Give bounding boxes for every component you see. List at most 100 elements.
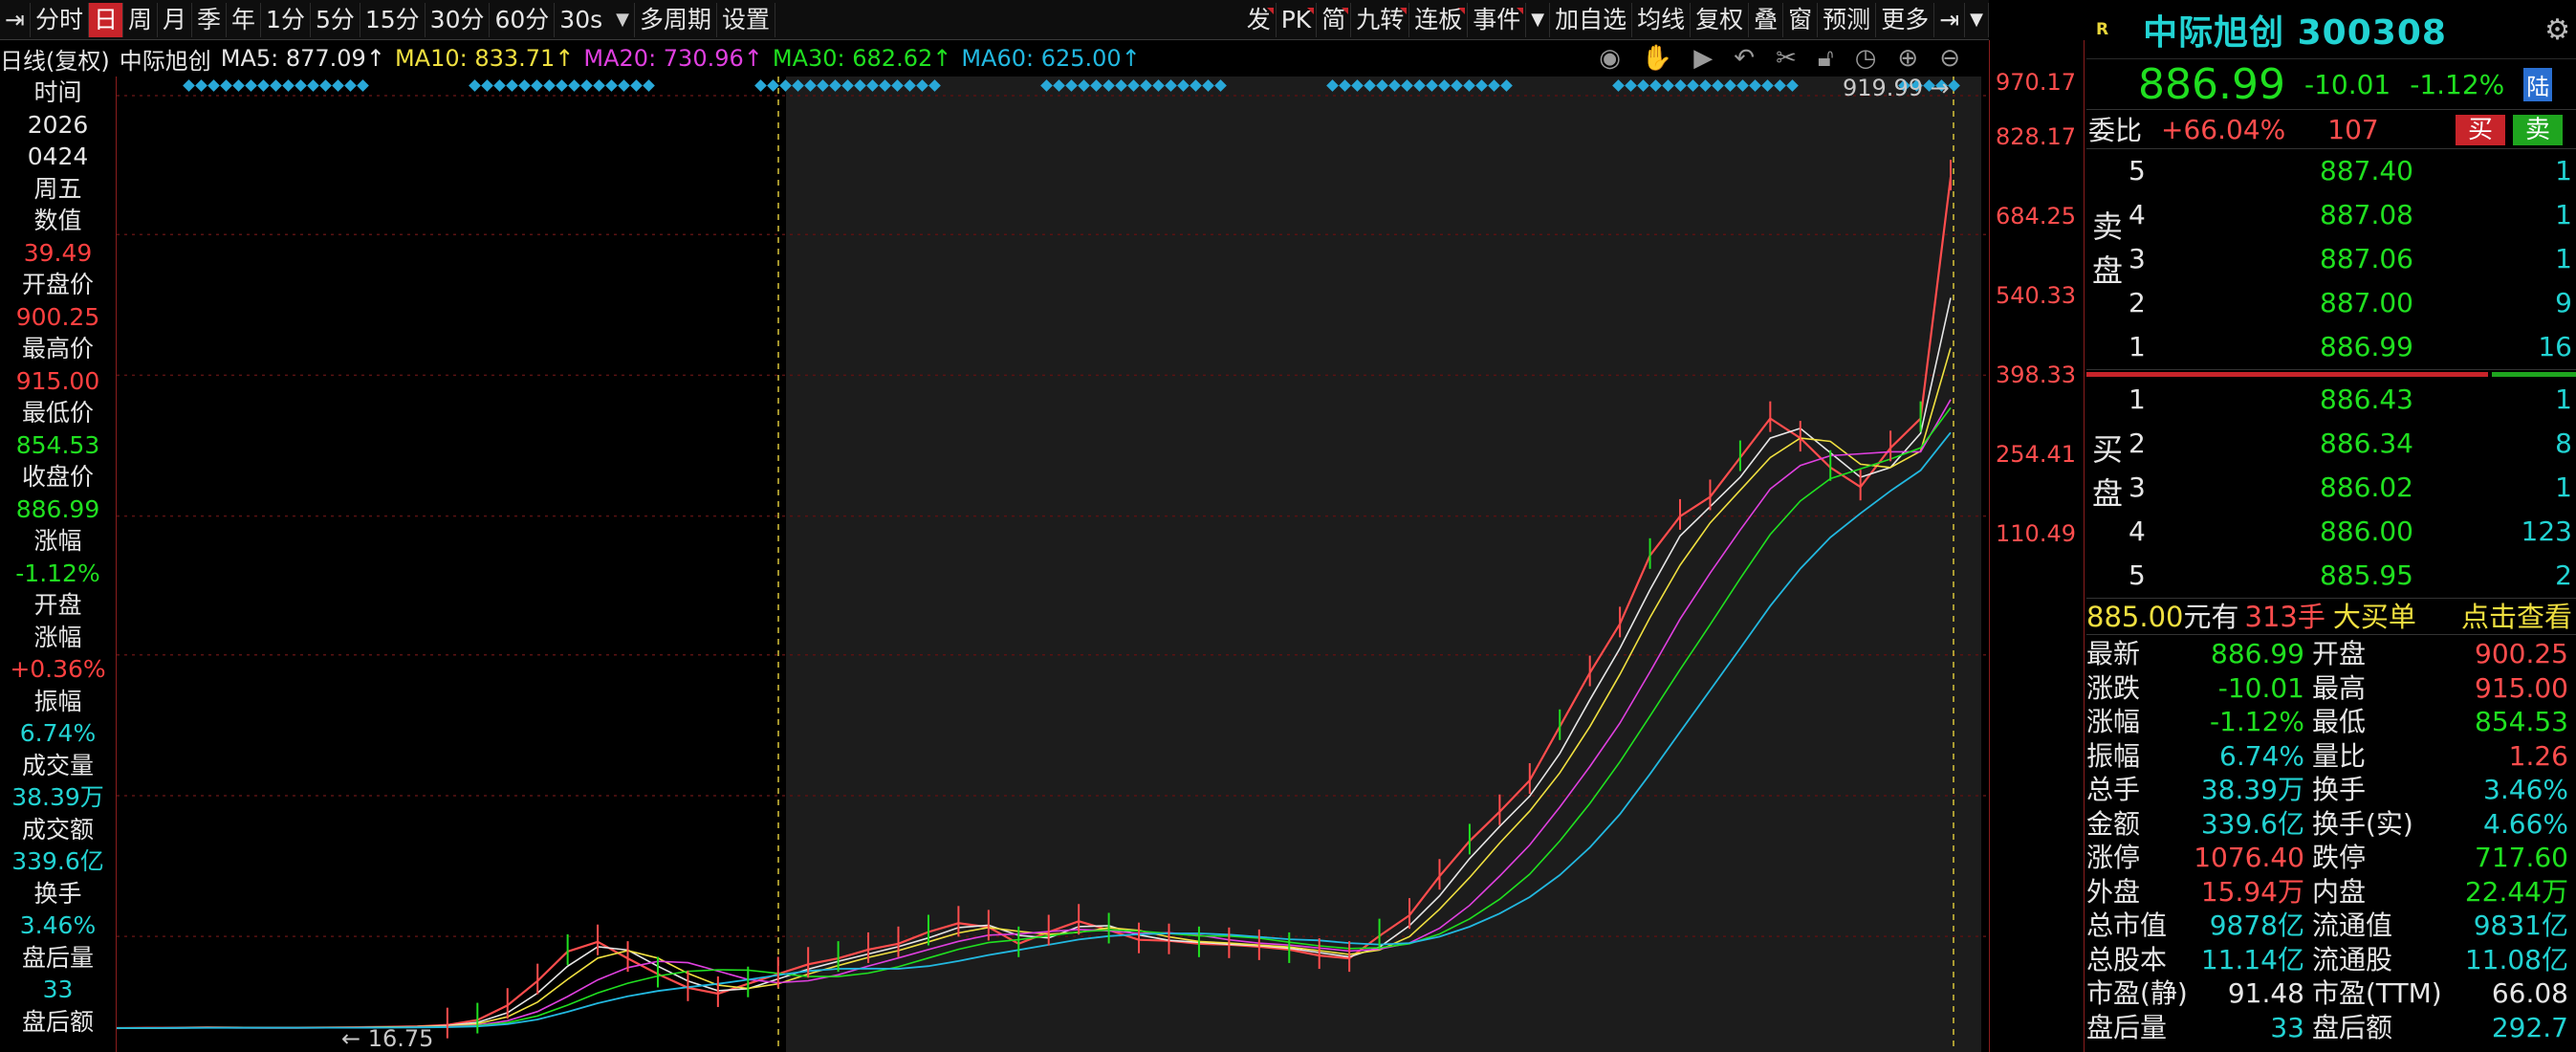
sell-button[interactable]: 卖 [2513, 115, 2563, 145]
bids-row[interactable]: 3 886.02 1 [2086, 466, 2576, 510]
event-marker [531, 79, 543, 92]
event-marker [332, 79, 344, 92]
bids-row[interactable]: 1 886.43 1 [2086, 378, 2576, 422]
tab-period-9[interactable]: 30分 [426, 2, 491, 37]
bids-qty: 1 [2555, 384, 2572, 415]
ma10-label: MA10: 833.71↑ [394, 45, 575, 72]
stat-label: 涨停 [2086, 842, 2141, 873]
more-dropdown-icon[interactable]: ▼ [1965, 3, 1989, 37]
info-label: 数值 [33, 207, 82, 234]
big-order-link[interactable]: 点击查看 [2461, 599, 2576, 634]
stat-value: 717.60 [2475, 842, 2568, 873]
tool-button-1[interactable]: PK [1277, 3, 1318, 37]
stat-label: 换手 [2312, 774, 2367, 805]
stat-value: 66.08 [2491, 977, 2568, 1009]
scissors-icon[interactable]: ✂ [1776, 44, 1797, 73]
kline-chart[interactable]: 919.99 → ← 16.75 [117, 77, 1989, 1052]
multi-period-button[interactable]: 多周期 [635, 2, 717, 37]
stat-value: 292.7 [2491, 1011, 2568, 1043]
chart-type-label[interactable]: 日线(复权) [0, 42, 110, 76]
asks-row[interactable]: 4 887.08 1 [2086, 193, 2576, 237]
asks-price: 886.99 [2320, 331, 2413, 362]
expand-icon[interactable]: ⇥ [1934, 3, 1966, 37]
asks-row[interactable]: 3 887.06 1 [2086, 237, 2576, 281]
weibi-row: 委比 +66.04% 107 买 卖 [2086, 109, 2576, 149]
asks-level: 5 [2128, 155, 2146, 186]
bids-row[interactable]: 2 886.34 8 [2086, 422, 2576, 466]
tab-period-3[interactable]: 月 [158, 2, 193, 37]
collapse-icon[interactable]: ⇥ [0, 2, 31, 37]
tab-period-7[interactable]: 5分 [311, 2, 360, 37]
chart-tools: ◉ ✋ ▶ ↶ ✂ 🔓︎ ◷ ⊕ ⊖ [1599, 40, 1970, 77]
asks-row[interactable]: 2 887.00 9 [2086, 281, 2576, 325]
tool-button-9[interactable]: 叠 [1749, 3, 1784, 37]
info-label: 成交额 [21, 815, 94, 844]
tab-period-8[interactable]: 15分 [360, 2, 426, 37]
info-value: 3.46% [19, 911, 97, 939]
settings-button[interactable]: 设置 [717, 2, 776, 37]
info-label: 时间 [33, 78, 82, 106]
stat-value: 6.74% [2219, 739, 2304, 772]
bids-row[interactable]: 4 886.00 123 [2086, 510, 2576, 554]
stat-label: 金额 [2086, 807, 2141, 840]
gear-icon[interactable]: ⚙ [2544, 13, 2570, 47]
tab-period-4[interactable]: 季 [192, 2, 228, 37]
event-marker [469, 79, 481, 92]
bids-row[interactable]: 5 885.95 2 [2086, 554, 2576, 598]
tab-period-6[interactable]: 1分 [261, 2, 311, 37]
zoom-in-icon[interactable]: ⊕ [1897, 44, 1918, 73]
tab-period-1[interactable]: 日 [88, 2, 123, 37]
tool-button-4[interactable]: 连板 [1409, 3, 1469, 37]
asks-qty: 1 [2555, 243, 2572, 274]
info-value: 900.25 [15, 302, 100, 331]
eye-icon[interactable]: ◉ [1599, 44, 1621, 73]
asks-level: 3 [2128, 243, 2146, 274]
big-order-type: 大买单 [2332, 601, 2416, 633]
asks-qty: 9 [2555, 287, 2572, 318]
big-order-banner[interactable]: 885.00 元有 313手 大买单 点击查看 [2086, 599, 2576, 635]
tab-period-10[interactable]: 60分 [490, 2, 556, 37]
asks-row[interactable]: 5 887.40 1 [2086, 149, 2576, 193]
tool-button-12[interactable]: 更多 [1876, 3, 1935, 37]
tab-period-5[interactable]: 年 [227, 2, 262, 37]
lock-icon[interactable]: 🔓︎ [1818, 44, 1834, 74]
info-value: 39.49 [23, 238, 93, 267]
tool-button-2[interactable]: 简 [1317, 3, 1352, 37]
stat-label: 市盈(TTM) [2312, 977, 2442, 1009]
event-marker [543, 79, 556, 92]
period-tabs: 分时日周月季年 1分 5分 15分 30分 60分 [31, 2, 556, 37]
crosshair-info-panel: 时间 2026 0424 周五 数值 39.49 开盘价 900.25 最高价 915.00 最低价… [0, 77, 117, 1052]
tool-button-3[interactable]: 九转 [1351, 3, 1410, 37]
zoom-out-icon[interactable]: ⊖ [1939, 44, 1960, 73]
tool-button-6[interactable]: 加自选 [1550, 3, 1633, 37]
stat-label: 内盘 [2312, 875, 2367, 908]
stat-label: 盘后额 [2312, 1011, 2393, 1043]
tool-button-10[interactable]: 窗 [1783, 3, 1819, 37]
undo-icon[interactable]: ↶ [1734, 44, 1755, 73]
play-icon[interactable]: ▶ [1693, 44, 1713, 73]
event-dropdown-icon[interactable]: ▼ [1526, 3, 1551, 37]
stat-label: 最新 [2086, 638, 2141, 669]
tool-button-0[interactable]: 发 [1242, 3, 1277, 37]
tab-period-2[interactable]: 周 [123, 2, 158, 37]
tool-button-5[interactable]: 事件 [1468, 3, 1527, 37]
tool-button-7[interactable]: 均线 [1632, 3, 1692, 37]
stat-value: -1.12% [2209, 706, 2304, 737]
tool-button-11[interactable]: 预测 [1818, 3, 1877, 37]
tab-period-0[interactable]: 分时 [31, 2, 89, 37]
ask-book: 卖盘 5 887.40 1 4 887.08 1 3 887.06 1 2 887.00 9 1 886.9… [2086, 149, 2576, 370]
period-select[interactable]: 30s ▼ [555, 2, 635, 37]
buy-button[interactable]: 买 [2456, 115, 2505, 145]
tool-button-8[interactable]: 复权 [1691, 3, 1750, 37]
event-marker [618, 79, 630, 92]
event-marker [183, 79, 195, 92]
high-price-label: 919.99 → [1843, 77, 1950, 101]
clock-icon[interactable]: ◷ [1855, 44, 1877, 73]
kline-chart-svg: 919.99 → ← 16.75 [117, 77, 1989, 1052]
info-value: 2026 [27, 110, 89, 139]
hand-icon[interactable]: ✋ [1642, 44, 1672, 73]
asks-row[interactable]: 1 886.99 16 [2086, 325, 2576, 369]
chevron-down-icon: ▼ [616, 9, 629, 30]
info-label: 盘后量 [21, 943, 94, 972]
last-price: 886.99 [2138, 59, 2285, 109]
